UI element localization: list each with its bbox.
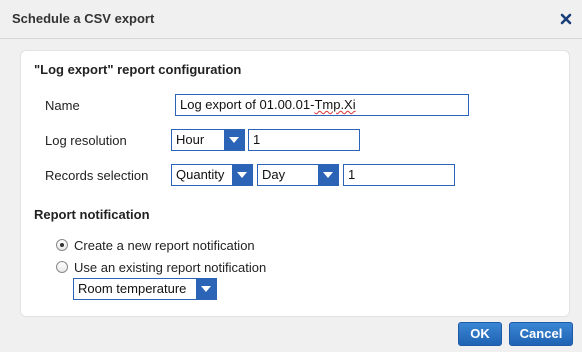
name-input[interactable]: Log export of 01.00.01-Tmp.Xi xyxy=(175,94,469,116)
radio-create-new-label: Create a new report notification xyxy=(74,238,255,253)
chevron-down-icon xyxy=(224,130,244,150)
configuration-panel: "Log export" report configuration Name L… xyxy=(20,50,570,317)
radio-use-existing-notification[interactable]: Use an existing report notification xyxy=(56,259,296,277)
config-heading: "Log export" report configuration xyxy=(34,62,242,77)
name-input-text: Log export of 01.00.01- xyxy=(180,97,315,112)
records-value-input[interactable]: 1 xyxy=(343,164,455,186)
chevron-down-icon xyxy=(318,165,338,185)
log-resolution-unit-value: Hour xyxy=(176,132,205,147)
log-resolution-value-input[interactable]: 1 xyxy=(248,129,360,151)
schedule-csv-export-dialog: Schedule a CSV export "Log export" repor… xyxy=(0,0,582,352)
records-period-value: Day xyxy=(262,167,286,182)
name-input-misspelled-text: Tmp.Xi xyxy=(314,97,356,112)
cancel-button[interactable]: Cancel xyxy=(509,322,573,346)
radio-create-new-notification[interactable]: Create a new report notification xyxy=(56,237,296,255)
existing-notification-value: Room temperature xyxy=(78,281,187,296)
records-selection-label: Records selection xyxy=(45,168,149,183)
radio-button-checked[interactable] xyxy=(56,239,68,251)
dialog-title: Schedule a CSV export xyxy=(12,11,155,26)
chevron-down-icon xyxy=(232,165,252,185)
records-period-select[interactable]: Day xyxy=(257,164,339,186)
records-mode-select[interactable]: Quantity xyxy=(171,164,253,186)
close-icon[interactable] xyxy=(557,10,575,28)
chevron-down-icon xyxy=(196,279,216,299)
records-mode-value: Quantity xyxy=(176,167,225,182)
log-resolution-unit-select[interactable]: Hour xyxy=(171,129,245,151)
radio-use-existing-label: Use an existing report notification xyxy=(74,260,267,275)
radio-button-unchecked[interactable] xyxy=(56,261,68,273)
dialog-titlebar: Schedule a CSV export xyxy=(0,0,582,39)
existing-notification-select[interactable]: Room temperature xyxy=(73,278,217,300)
log-resolution-label: Log resolution xyxy=(45,133,127,148)
ok-button[interactable]: OK xyxy=(458,322,502,346)
name-label: Name xyxy=(45,98,80,113)
report-notification-heading: Report notification xyxy=(34,207,150,222)
